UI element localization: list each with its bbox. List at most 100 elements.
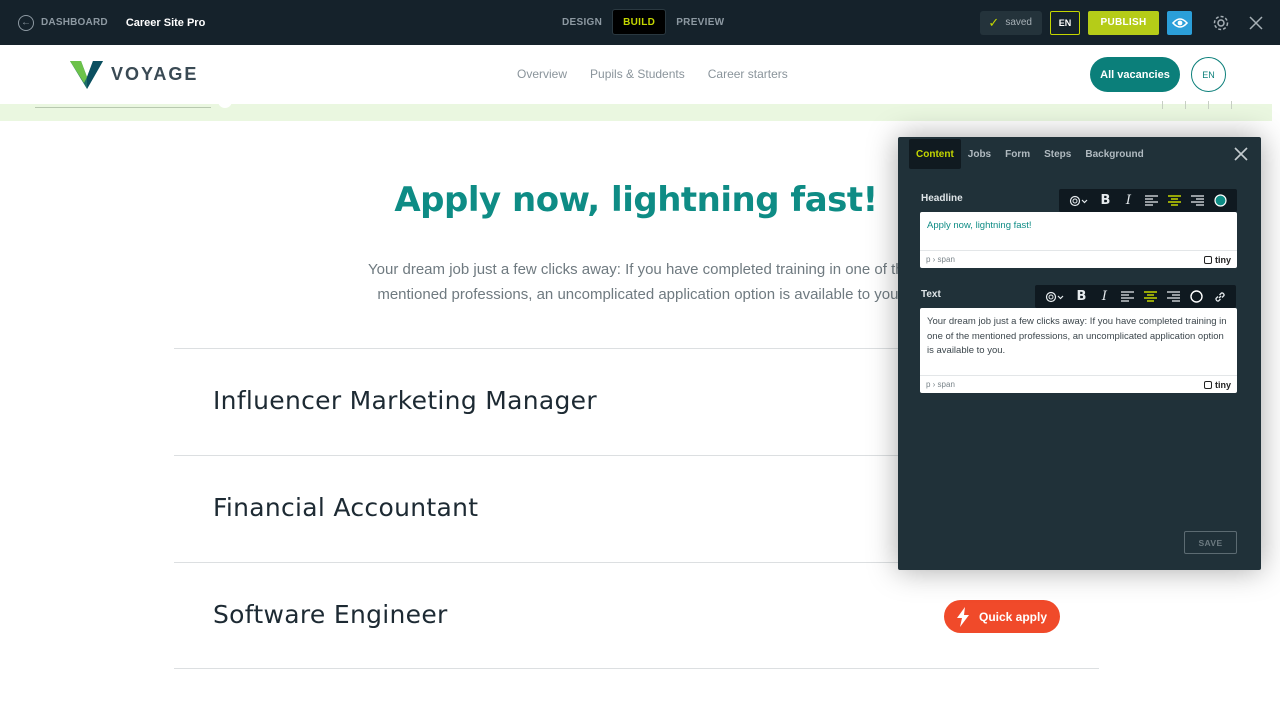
headline-toolbar: B I: [1059, 189, 1237, 212]
back-to-dashboard[interactable]: ← DASHBOARD Career Site Pro: [18, 0, 205, 45]
tab-form[interactable]: Form: [998, 139, 1037, 169]
topbar-actions: ✓ saved EN PUBLISH: [980, 0, 1280, 45]
intro-line-1: Your dream job just a few clicks away: I…: [368, 261, 912, 278]
align-center-button[interactable]: [1163, 189, 1186, 212]
mode-build[interactable]: BUILD: [612, 9, 667, 35]
ai-assistant-dropdown[interactable]: [1040, 285, 1070, 308]
text-toolbar: B I: [1035, 285, 1236, 308]
bold-button[interactable]: B: [1070, 285, 1093, 308]
eye-icon: [1171, 17, 1188, 28]
bold-button[interactable]: B: [1094, 189, 1117, 212]
tiny-brand: tiny: [1214, 379, 1231, 390]
site-language-button[interactable]: EN: [1191, 57, 1226, 92]
text-editor[interactable]: Your dream job just a few clicks away: I…: [920, 308, 1237, 393]
text-editor-text[interactable]: Your dream job just a few clicks away: I…: [920, 308, 1237, 366]
align-left-button[interactable]: [1116, 285, 1139, 308]
mode-design[interactable]: DESIGN: [552, 9, 612, 35]
tab-jobs[interactable]: Jobs: [961, 139, 998, 169]
text-color-button[interactable]: [1209, 189, 1232, 212]
text-editor-statusbar: p › span tiny: [920, 375, 1237, 393]
element-path: p › span: [926, 380, 955, 389]
align-right-button[interactable]: [1186, 189, 1209, 212]
voyage-logo-icon: [70, 61, 103, 89]
align-center-button[interactable]: [1139, 285, 1162, 308]
tab-steps[interactable]: Steps: [1037, 139, 1078, 169]
job-title[interactable]: Software Engineer: [213, 600, 448, 629]
align-left-icon: [1121, 291, 1134, 302]
mode-switcher: DESIGN BUILD PREVIEW: [552, 9, 734, 35]
close-editor-button[interactable]: [1233, 146, 1249, 162]
align-left-button[interactable]: [1140, 189, 1163, 212]
close-icon: [1249, 15, 1263, 30]
saved-status: ✓ saved: [980, 10, 1042, 35]
job-title[interactable]: Influencer Marketing Manager: [213, 386, 597, 415]
job-row[interactable]: Software Engineer Quick apply: [174, 562, 1099, 669]
section-divider-strip: [0, 100, 1272, 121]
job-title[interactable]: Financial Accountant: [213, 493, 478, 522]
headline-label: Headline: [921, 193, 963, 204]
close-icon: [1234, 147, 1248, 161]
text-color-button[interactable]: [1185, 285, 1208, 308]
nav-career-starters[interactable]: Career starters: [708, 67, 788, 81]
italic-icon: I: [1101, 289, 1108, 304]
site-nav: Overview Pupils & Students Career starte…: [517, 67, 811, 81]
tab-background[interactable]: Background: [1078, 139, 1150, 169]
align-right-icon: [1191, 195, 1204, 206]
align-center-icon: [1168, 195, 1181, 206]
settings-button[interactable]: [1210, 12, 1232, 34]
align-right-icon: [1167, 291, 1180, 302]
bold-icon: B: [1076, 289, 1087, 304]
nav-overview[interactable]: Overview: [517, 67, 567, 81]
openai-icon: [1045, 291, 1064, 302]
text-label: Text: [921, 289, 941, 300]
dashboard-link[interactable]: DASHBOARD: [41, 17, 108, 28]
element-path: p › span: [926, 255, 955, 264]
editor-tabs: Content Jobs Form Steps Background: [909, 139, 1151, 169]
italic-icon: I: [1125, 193, 1132, 208]
checkmark-icon: ✓: [988, 14, 1000, 30]
intro-text[interactable]: Your dream job just a few clicks away: I…: [330, 257, 950, 307]
saved-label: saved: [1005, 17, 1032, 28]
tiny-logo: tiny: [1203, 254, 1231, 265]
logo-text: VOYAGE: [111, 63, 199, 84]
headline-editor-statusbar: p › span tiny: [920, 250, 1237, 268]
align-center-icon: [1144, 291, 1157, 302]
language-button[interactable]: EN: [1050, 10, 1080, 35]
lightning-icon: [956, 606, 969, 627]
mode-preview[interactable]: PREVIEW: [666, 9, 734, 35]
italic-button[interactable]: I: [1117, 189, 1140, 212]
link-icon: [1214, 291, 1225, 302]
ai-assistant-dropdown[interactable]: [1064, 189, 1094, 212]
builder-topbar: ← DASHBOARD Career Site Pro DESIGN BUILD…: [0, 0, 1280, 45]
save-button[interactable]: SAVE: [1184, 531, 1237, 554]
bold-icon: B: [1100, 193, 1111, 208]
close-builder-button[interactable]: [1246, 13, 1266, 33]
headline-editor-text[interactable]: Apply now, lightning fast!: [920, 212, 1237, 241]
color-swatch-icon: [1214, 194, 1227, 207]
intro-line-2: mentioned professions, an uncomplicated …: [377, 286, 903, 303]
tiny-logo-icon: [1203, 255, 1212, 264]
all-vacancies-button[interactable]: All vacancies: [1090, 57, 1180, 92]
site-logo[interactable]: VOYAGE: [70, 59, 198, 89]
arrow-left-icon: ←: [18, 14, 34, 31]
headline-editor[interactable]: Apply now, lightning fast! p › span tiny: [920, 212, 1237, 268]
tab-content[interactable]: Content: [909, 139, 961, 169]
openai-icon: [1069, 195, 1088, 206]
nav-pupils-students[interactable]: Pupils & Students: [590, 67, 685, 81]
preview-eye-button[interactable]: [1167, 10, 1192, 35]
italic-button[interactable]: I: [1093, 285, 1116, 308]
color-swatch-icon: [1190, 290, 1203, 303]
tiny-logo-icon: [1203, 380, 1212, 389]
quick-apply-button[interactable]: Quick apply: [944, 600, 1060, 633]
site-name: Career Site Pro: [125, 16, 206, 29]
link-button[interactable]: [1208, 285, 1231, 308]
site-header: VOYAGE Overview Pupils & Students Career…: [0, 45, 1280, 104]
content-editor-panel: Content Jobs Form Steps Background Headl…: [898, 137, 1261, 570]
tiny-brand: tiny: [1214, 254, 1231, 265]
align-right-button[interactable]: [1162, 285, 1185, 308]
quick-apply-label: Quick apply: [978, 609, 1048, 624]
gear-icon: [1213, 15, 1229, 30]
tiny-logo: tiny: [1203, 379, 1231, 390]
publish-button[interactable]: PUBLISH: [1088, 10, 1159, 35]
align-left-icon: [1145, 195, 1158, 206]
